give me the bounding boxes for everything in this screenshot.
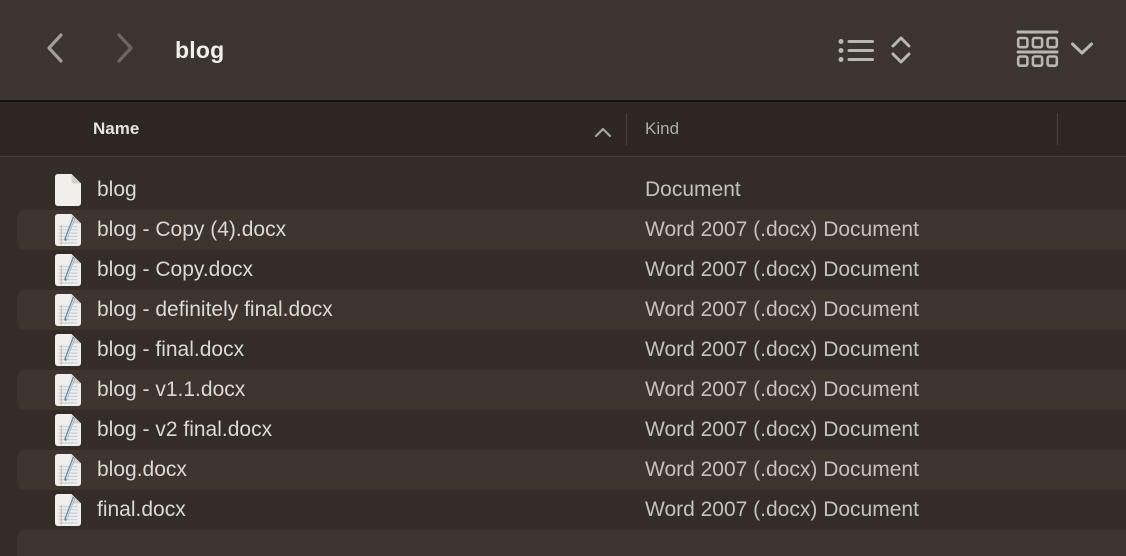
empty-row-stripe: [0, 530, 1126, 556]
file-kind: Word 2007 (.docx) Document: [645, 250, 919, 290]
file-kind: Word 2007 (.docx) Document: [645, 410, 919, 450]
file-name: blog.docx: [97, 450, 187, 490]
kind-column-header[interactable]: Kind: [645, 102, 679, 156]
file-row[interactable]: blog - Copy (4).docx Word 2007 (.docx) D…: [0, 210, 1126, 250]
document-icon: [55, 174, 81, 206]
file-row[interactable]: blog - v1.1.docx Word 2007 (.docx) Docum…: [0, 370, 1126, 410]
file-row[interactable]: blog - Copy.docx Word 2007 (.docx) Docum…: [0, 250, 1126, 290]
word-document-icon: [55, 254, 81, 286]
word-document-icon: [55, 214, 81, 246]
file-row[interactable]: blog - definitely final.docx Word 2007 (…: [0, 290, 1126, 330]
file-kind: Document: [645, 170, 741, 210]
file-row[interactable]: blog.docx Word 2007 (.docx) Document: [0, 450, 1126, 490]
file-name: blog - final.docx: [97, 330, 244, 370]
file-name: blog - Copy.docx: [97, 250, 253, 290]
forward-button[interactable]: [112, 33, 138, 67]
word-document-icon: [55, 334, 81, 366]
file-kind: Word 2007 (.docx) Document: [645, 330, 919, 370]
toolbar: blog: [0, 0, 1126, 102]
chevron-right-icon: [114, 32, 136, 69]
sort-ascending-icon: [594, 125, 612, 143]
file-name: blog - v2 final.docx: [97, 410, 272, 450]
word-document-icon: [55, 374, 81, 406]
list-view-icon: [838, 37, 875, 69]
file-kind: Word 2007 (.docx) Document: [645, 370, 919, 410]
word-document-icon: [55, 454, 81, 486]
file-name: final.docx: [97, 490, 186, 530]
column-divider[interactable]: [626, 113, 627, 145]
file-list: blog Document blog - Copy (4).docx Word …: [0, 157, 1126, 556]
word-document-icon: [55, 414, 81, 446]
sort-up-down-icon: [890, 35, 912, 70]
window-title: blog: [175, 0, 224, 100]
file-row[interactable]: blog Document: [0, 170, 1126, 210]
word-document-icon: [55, 294, 81, 326]
file-row[interactable]: blog - v2 final.docx Word 2007 (.docx) D…: [0, 410, 1126, 450]
file-row[interactable]: final.docx Word 2007 (.docx) Document: [0, 490, 1126, 530]
finder-window: blog: [0, 0, 1126, 556]
file-kind: Word 2007 (.docx) Document: [645, 290, 919, 330]
file-name: blog - v1.1.docx: [97, 370, 245, 410]
list-view-sort-button[interactable]: [838, 35, 912, 70]
chevron-left-icon: [44, 32, 66, 69]
file-name: blog - Copy (4).docx: [97, 210, 286, 250]
word-document-icon: [55, 494, 81, 526]
group-view-icon: [1016, 30, 1059, 72]
file-name: blog: [97, 170, 137, 210]
file-kind: Word 2007 (.docx) Document: [645, 490, 919, 530]
chevron-down-icon: [1070, 41, 1094, 61]
back-button[interactable]: [42, 33, 68, 67]
file-row[interactable]: blog - final.docx Word 2007 (.docx) Docu…: [0, 330, 1126, 370]
file-kind: Word 2007 (.docx) Document: [645, 450, 919, 490]
column-header-row: Name Kind: [0, 102, 1126, 157]
name-column-header[interactable]: Name: [93, 102, 139, 156]
column-divider[interactable]: [1057, 113, 1058, 145]
file-kind: Word 2007 (.docx) Document: [645, 210, 919, 250]
file-name: blog - definitely final.docx: [97, 290, 333, 330]
view-options-button[interactable]: [1016, 30, 1094, 72]
